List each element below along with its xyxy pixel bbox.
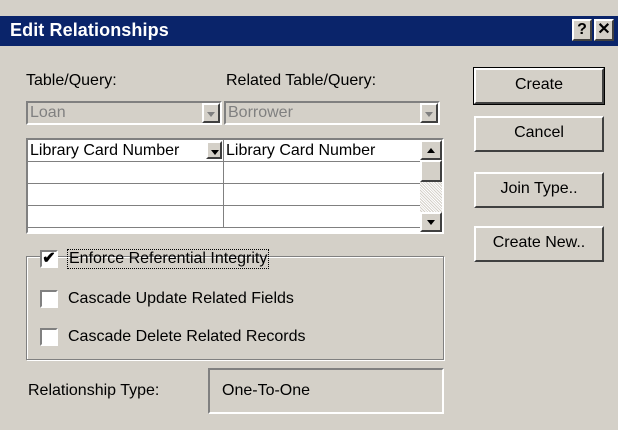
grid-cell-text: Library Card Number bbox=[30, 142, 180, 159]
close-button[interactable]: ✕ bbox=[594, 19, 614, 41]
table-query-value: Loan bbox=[30, 104, 66, 121]
create-new-button[interactable]: Create New.. bbox=[474, 226, 604, 262]
chevron-down-icon[interactable] bbox=[206, 141, 222, 159]
fields-grid[interactable]: Library Card Number Library Card Number bbox=[26, 138, 444, 234]
join-type-button[interactable]: Join Type.. bbox=[474, 172, 604, 208]
cascade-delete-checkbox[interactable] bbox=[40, 328, 58, 346]
grid-cell-table-field[interactable]: Library Card Number bbox=[28, 140, 224, 162]
related-table-query-value: Borrower bbox=[228, 104, 293, 121]
grid-cell-table-field[interactable] bbox=[28, 162, 224, 184]
dialog-title: Edit Relationships bbox=[10, 20, 169, 40]
grid-cell-text: Library Card Number bbox=[226, 142, 376, 159]
enforce-integrity-checkbox[interactable]: ✔ bbox=[40, 250, 58, 268]
scroll-up-button[interactable] bbox=[420, 140, 442, 160]
grid-cell-related-field[interactable]: Library Card Number bbox=[224, 140, 422, 162]
help-icon: ? bbox=[577, 21, 587, 38]
cascade-delete-label[interactable]: Cascade Delete Related Records bbox=[68, 328, 305, 346]
scroll-down-button[interactable] bbox=[420, 212, 442, 232]
chevron-down-icon bbox=[420, 103, 438, 123]
grid-scrollbar[interactable] bbox=[420, 140, 442, 232]
cancel-button[interactable]: Cancel bbox=[474, 116, 604, 152]
help-button[interactable]: ? bbox=[572, 19, 592, 41]
scroll-track[interactable] bbox=[420, 182, 442, 212]
relationship-type-field: One-To-One bbox=[208, 368, 444, 414]
cascade-update-label[interactable]: Cascade Update Related Fields bbox=[68, 290, 294, 308]
table-query-label: Table/Query: bbox=[26, 72, 117, 89]
table-query-combo: Loan bbox=[26, 101, 222, 125]
check-mark-icon: ✔ bbox=[42, 250, 56, 267]
cascade-update-checkbox[interactable] bbox=[40, 290, 58, 308]
create-button[interactable]: Create bbox=[473, 67, 605, 105]
chevron-down-icon bbox=[202, 103, 220, 123]
close-icon: ✕ bbox=[597, 21, 611, 38]
grid-cell-related-field[interactable] bbox=[224, 162, 422, 184]
title-bar[interactable]: Edit Relationships ? ✕ bbox=[0, 16, 618, 46]
scroll-thumb[interactable] bbox=[420, 160, 442, 182]
relationship-type-value: One-To-One bbox=[222, 382, 311, 399]
relationship-type-label: Relationship Type: bbox=[28, 382, 160, 399]
edit-relationships-dialog: Edit Relationships ? ✕ Table/Query: Rela… bbox=[0, 0, 618, 430]
grid-cell-related-field[interactable] bbox=[224, 184, 422, 206]
enforce-integrity-label[interactable]: Enforce Referential Integrity bbox=[66, 249, 270, 269]
related-table-query-label: Related Table/Query: bbox=[226, 72, 377, 89]
grid-cell-table-field[interactable] bbox=[28, 206, 224, 228]
grid-cell-table-field[interactable] bbox=[28, 184, 224, 206]
related-table-query-combo: Borrower bbox=[224, 101, 440, 125]
grid-cell-related-field[interactable] bbox=[224, 206, 422, 228]
